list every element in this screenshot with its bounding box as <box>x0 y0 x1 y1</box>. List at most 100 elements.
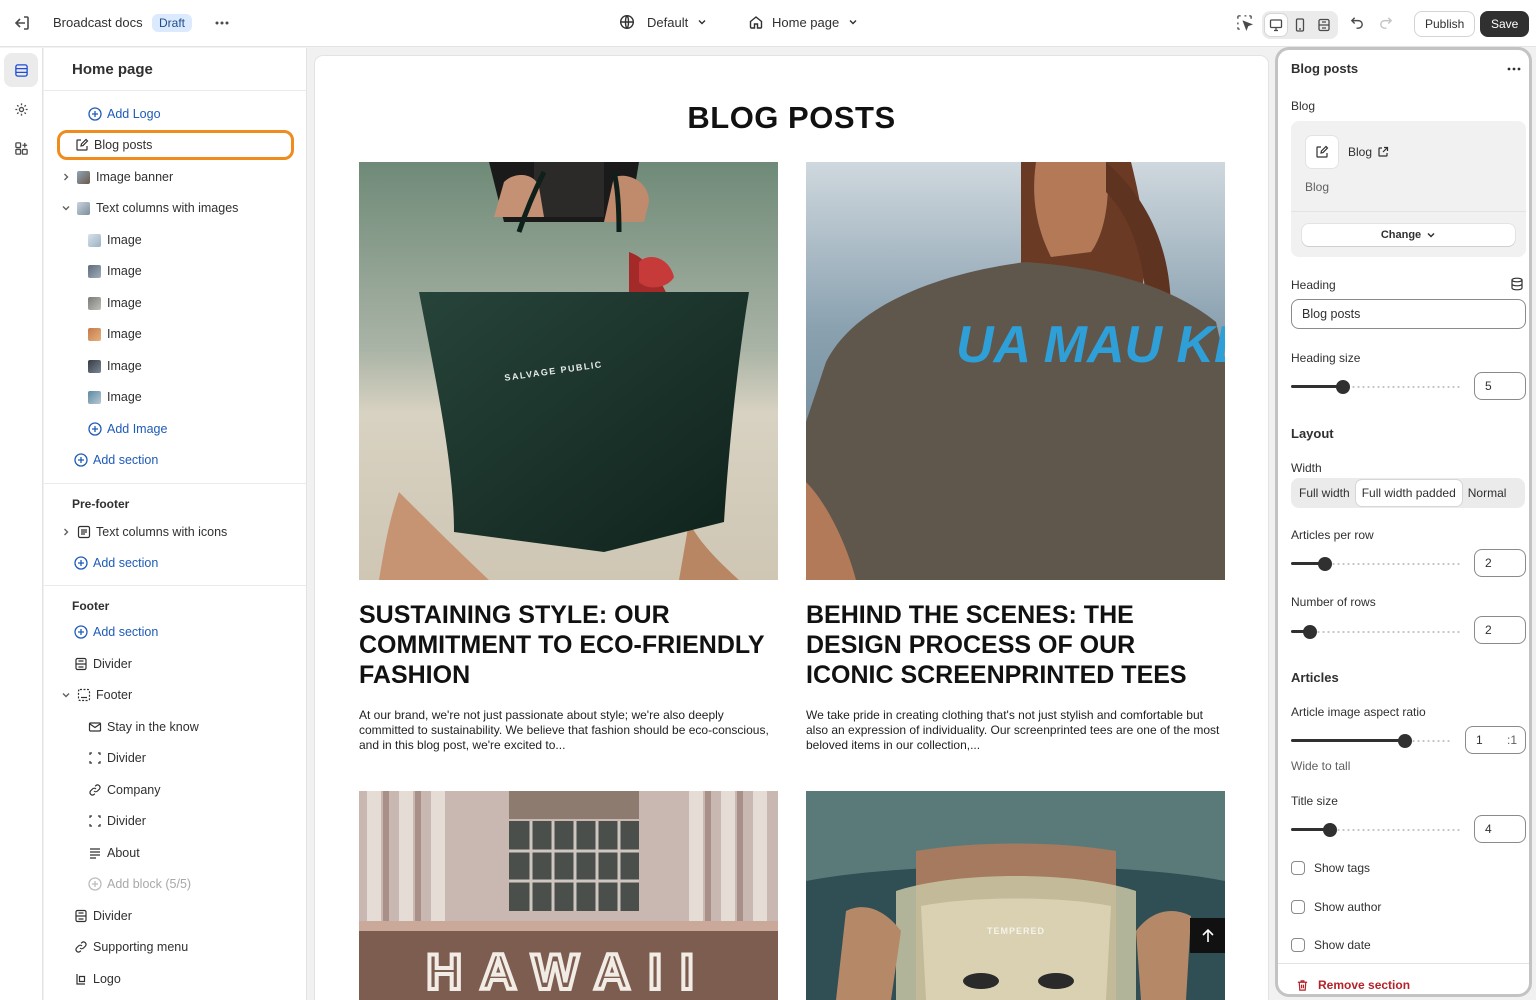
page-select[interactable]: Home page <box>748 14 859 30</box>
sidebar-item-image[interactable]: Image <box>44 227 306 253</box>
blog-name: Blog <box>1348 145 1373 159</box>
dynamic-source-button[interactable] <box>1510 277 1524 291</box>
sidebar-item-supporting-menu[interactable]: Supporting menu <box>44 934 306 960</box>
show-tags-checkbox[interactable]: Show tags <box>1291 861 1370 875</box>
aspect-ratio-suffix: :1 <box>1506 733 1517 747</box>
slider-thumb[interactable] <box>1398 734 1412 748</box>
chevron-right-icon[interactable] <box>59 170 73 184</box>
add-section-button[interactable]: Add section <box>44 619 306 645</box>
rows-slider[interactable] <box>1291 624 1461 640</box>
theme-settings-nav-button[interactable] <box>4 92 38 126</box>
width-option-normal[interactable]: Normal <box>1462 480 1513 506</box>
aspect-ratio-input[interactable]: 1 :1 <box>1465 726 1526 754</box>
chevron-right-icon[interactable] <box>59 525 73 539</box>
sidebar-item-label: Image <box>107 390 142 404</box>
sidebar-item-image[interactable]: Image <box>44 290 306 316</box>
article-title[interactable]: BEHIND THE SCENES: THE DESIGN PROCESS OF… <box>806 600 1225 690</box>
sidebar-item-text-columns-with-icons[interactable]: Text columns with icons <box>44 519 306 545</box>
aspect-ratio-slider[interactable] <box>1291 733 1451 749</box>
title-size-slider[interactable] <box>1291 822 1461 838</box>
slider-thumb[interactable] <box>1318 557 1332 571</box>
sidebar-item-stay-in-the-know[interactable]: Stay in the know <box>44 714 306 740</box>
show-date-checkbox[interactable]: Show date <box>1291 938 1371 952</box>
save-button[interactable]: Save <box>1480 11 1530 37</box>
fullscreen-view-button[interactable] <box>1313 14 1335 36</box>
checkbox-box[interactable] <box>1291 861 1305 875</box>
slider-thumb[interactable] <box>1303 625 1317 639</box>
width-option-full-width[interactable]: Full width <box>1293 480 1356 506</box>
sidebar-item-image[interactable]: Image <box>44 353 306 379</box>
sidebar-item-about[interactable]: About <box>44 840 306 866</box>
slider-thumb[interactable] <box>1323 823 1337 837</box>
footer-icon <box>77 688 91 702</box>
sidebar-item-divider[interactable]: Divider <box>44 651 306 677</box>
title-size-input[interactable]: 4 <box>1474 815 1526 843</box>
desktop-view-button[interactable] <box>1265 14 1287 36</box>
sidebar-item-text-columns-with-images[interactable]: Text columns with images <box>44 195 306 221</box>
show-author-checkbox[interactable]: Show author <box>1291 900 1381 914</box>
apps-nav-button[interactable] <box>4 131 38 165</box>
sidebar-item-blog-posts[interactable]: Blog posts <box>44 132 306 158</box>
articles-per-row-input[interactable]: 2 <box>1474 549 1526 577</box>
settings-more-button[interactable] <box>1505 60 1523 78</box>
add-image-button[interactable]: Add Image <box>44 416 306 442</box>
sidebar-item-image[interactable]: Image <box>44 384 306 410</box>
sidebar-item-label: Image <box>107 327 142 341</box>
chevron-down-icon[interactable] <box>59 201 73 215</box>
sidebar-item-logo[interactable]: Logo <box>44 966 306 992</box>
width-option-full-width-padded[interactable]: Full width padded <box>1355 480 1462 506</box>
article-image[interactable]: HAWAII <box>359 791 778 1000</box>
sections-nav-button[interactable] <box>4 53 38 87</box>
plus-circle-icon <box>88 877 102 891</box>
redo-button[interactable] <box>1377 14 1394 31</box>
sidebar-item-footer[interactable]: Footer <box>44 682 306 708</box>
heading-size-slider[interactable] <box>1291 379 1461 395</box>
chevron-down-icon[interactable] <box>59 688 73 702</box>
mobile-view-button[interactable] <box>1289 14 1311 36</box>
theme-select[interactable]: Default <box>619 14 708 30</box>
sidebar-item-divider[interactable]: Divider <box>44 745 306 771</box>
sidebar-item-label: Logo <box>93 972 121 986</box>
undo-icon <box>1350 17 1363 29</box>
heading-input[interactable]: Blog posts <box>1291 299 1526 329</box>
sidebar-item-label: Footer <box>96 688 133 702</box>
article-title[interactable]: SUSTAINING STYLE: OUR COMMITMENT TO ECO-… <box>359 600 778 690</box>
arrow-up-icon <box>1201 928 1214 942</box>
mobile-icon <box>1295 18 1305 32</box>
store-preview: BLOG POSTS SALVAGE PUBLIC SUSTAINING STY… <box>315 56 1268 1000</box>
sidebar-item-label: Image <box>107 233 142 247</box>
apps-icon <box>14 141 28 155</box>
store-name: Broadcast docs <box>53 15 143 30</box>
articles-per-row-slider[interactable] <box>1291 556 1461 572</box>
blog-link[interactable]: Blog <box>1348 145 1389 159</box>
left-rail <box>0 48 43 1000</box>
article-image[interactable]: UA MAU KE EA O KA 'ĀINA I KA PONO <box>806 162 1225 580</box>
change-blog-button[interactable]: Change <box>1302 224 1515 246</box>
exit-button[interactable] <box>12 13 32 33</box>
theme-select-label: Default <box>647 14 689 30</box>
add-section-button[interactable]: Add section <box>44 447 306 473</box>
heading-size-input[interactable]: 5 <box>1474 372 1526 400</box>
sidebar-item-image[interactable]: Image <box>44 321 306 347</box>
remove-section-button[interactable]: Remove section <box>1296 978 1410 992</box>
scroll-to-top-button[interactable] <box>1190 918 1225 953</box>
divider <box>44 90 306 91</box>
sidebar-item-image-banner[interactable]: Image banner <box>44 164 306 190</box>
checkbox-box[interactable] <box>1291 938 1305 952</box>
publish-button[interactable]: Publish <box>1414 11 1476 37</box>
article-image[interactable]: TEMPERED <box>806 791 1225 1000</box>
sidebar-item-divider[interactable]: Divider <box>44 903 306 929</box>
sidebar-item-company[interactable]: Company <box>44 777 306 803</box>
add-section-button[interactable]: Add section <box>44 550 306 576</box>
undo-button[interactable] <box>1349 14 1366 31</box>
checkbox-box[interactable] <box>1291 900 1305 914</box>
add-logo-button[interactable]: Add Logo <box>44 101 306 127</box>
sidebar-item-image[interactable]: Image <box>44 258 306 284</box>
more-button[interactable] <box>212 13 232 33</box>
link-icon <box>89 784 101 796</box>
article-image[interactable]: SALVAGE PUBLIC <box>359 162 778 580</box>
rows-input[interactable]: 2 <box>1474 616 1526 644</box>
sidebar-item-divider[interactable]: Divider <box>44 808 306 834</box>
inspector-button[interactable] <box>1236 14 1253 31</box>
slider-thumb[interactable] <box>1336 380 1350 394</box>
